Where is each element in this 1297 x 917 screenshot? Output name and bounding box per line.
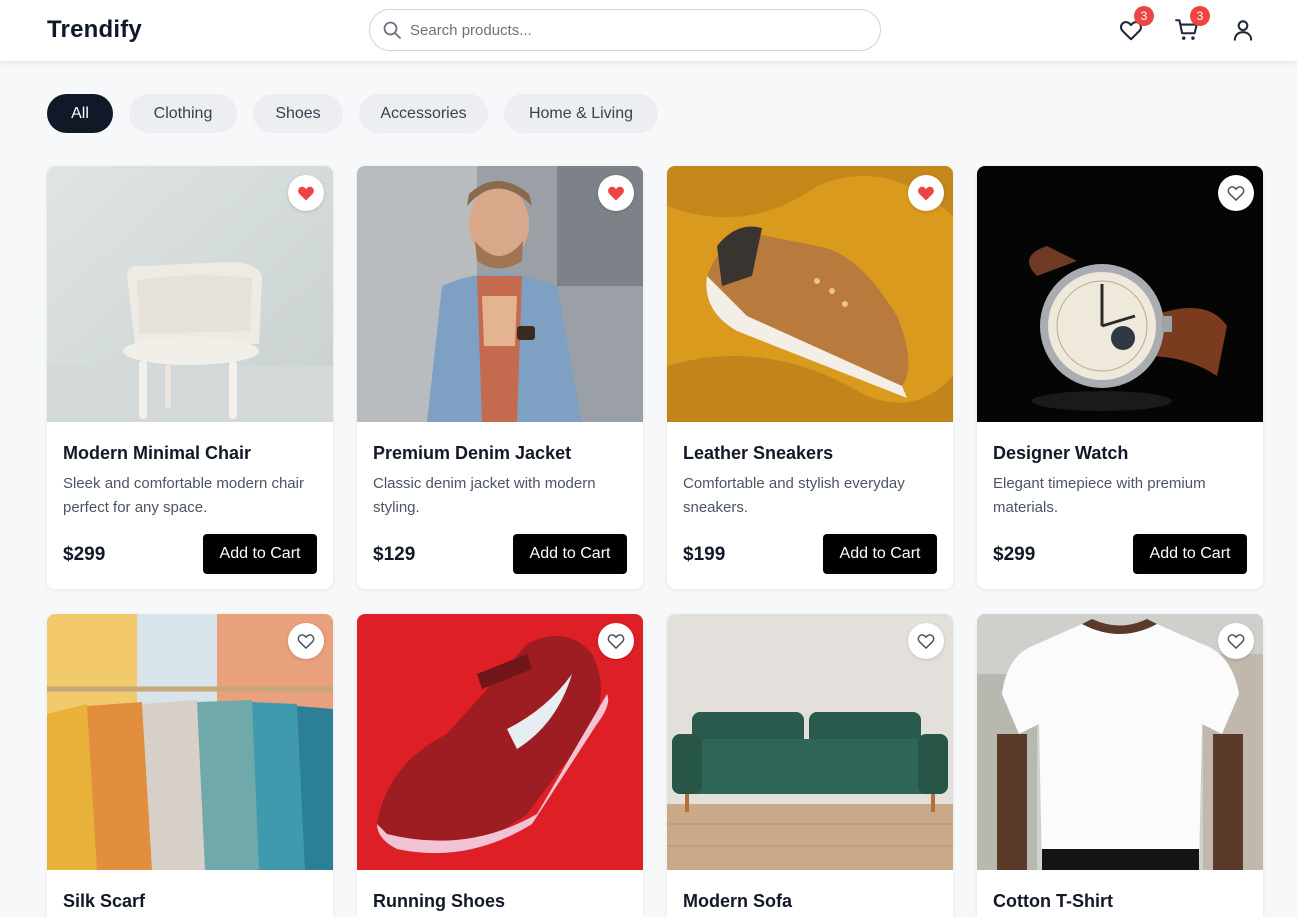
category-home-living[interactable]: Home & Living — [504, 94, 658, 133]
product-title[interactable]: Leather Sneakers — [683, 443, 833, 464]
favorite-button[interactable] — [1218, 623, 1254, 659]
cart-button[interactable]: 3 — [1174, 6, 1210, 43]
product-title[interactable]: Designer Watch — [993, 443, 1128, 464]
favorite-button[interactable] — [288, 175, 324, 211]
heart-outline-icon — [917, 634, 935, 649]
product-card[interactable]: Cotton T-Shirt — [977, 614, 1263, 917]
product-title[interactable]: Premium Denim Jacket — [373, 443, 571, 464]
product-price: $299 — [993, 544, 1036, 565]
top-header: Trendify 3 3 — [0, 0, 1297, 62]
category-all[interactable]: All — [47, 94, 113, 133]
heart-outline-icon — [1227, 186, 1245, 201]
product-title[interactable]: Cotton T-Shirt — [993, 891, 1113, 912]
favorite-button[interactable] — [908, 175, 944, 211]
product-image-cotton-tshirt[interactable] — [977, 614, 1263, 870]
product-image-designer-watch[interactable] — [977, 166, 1263, 422]
product-card[interactable]: Leather Sneakers Comfortable and stylish… — [667, 166, 953, 589]
heart-outline-icon — [1227, 634, 1245, 649]
product-card[interactable]: Designer Watch Elegant timepiece with pr… — [977, 166, 1263, 589]
category-clothing[interactable]: Clothing — [129, 94, 237, 133]
heart-filled-icon — [918, 186, 934, 201]
category-accessories[interactable]: Accessories — [359, 94, 488, 133]
favorite-button[interactable] — [598, 623, 634, 659]
add-to-cart-button[interactable]: Add to Cart — [203, 534, 317, 574]
product-title[interactable]: Modern Minimal Chair — [63, 443, 251, 464]
add-to-cart-button[interactable]: Add to Cart — [513, 534, 627, 574]
product-title[interactable]: Modern Sofa — [683, 891, 792, 912]
product-image-denim-jacket[interactable] — [357, 166, 643, 422]
product-card[interactable]: Modern Sofa — [667, 614, 953, 917]
search-bar[interactable] — [369, 9, 881, 51]
heart-outline-icon — [297, 634, 315, 649]
cart-count-badge: 3 — [1190, 6, 1210, 26]
product-description: Sleek and comfortable modern chair perfe… — [63, 475, 304, 516]
product-card[interactable]: Silk Scarf — [47, 614, 333, 917]
heart-outline-icon — [607, 634, 625, 649]
product-title[interactable]: Running Shoes — [373, 891, 505, 912]
account-button[interactable] — [1230, 17, 1256, 43]
wishlist-button[interactable]: 3 — [1118, 6, 1154, 43]
favorite-button[interactable] — [598, 175, 634, 211]
product-description: Classic denim jacket with modern styling… — [373, 475, 596, 516]
product-description: Elegant timepiece with premium materials… — [993, 475, 1206, 516]
product-price: $199 — [683, 544, 726, 565]
product-price: $129 — [373, 544, 416, 565]
product-card[interactable]: Modern Minimal Chair Sleek and comfortab… — [47, 166, 333, 589]
favorite-button[interactable] — [908, 623, 944, 659]
search-icon — [382, 20, 402, 40]
favorite-button[interactable] — [288, 623, 324, 659]
product-image-running-shoes[interactable] — [357, 614, 643, 870]
wishlist-count-badge: 3 — [1134, 6, 1154, 26]
favorite-button[interactable] — [1218, 175, 1254, 211]
product-image-modern-sofa[interactable] — [667, 614, 953, 870]
product-image-silk-scarf[interactable] — [47, 614, 333, 870]
category-shoes[interactable]: Shoes — [253, 94, 343, 133]
product-image-chair[interactable] — [47, 166, 333, 422]
product-description: Comfortable and stylish everyday sneaker… — [683, 475, 905, 516]
heart-filled-icon — [608, 186, 624, 201]
product-card[interactable]: Premium Denim Jacket Classic denim jacke… — [357, 166, 643, 589]
product-price: $299 — [63, 544, 106, 565]
add-to-cart-button[interactable]: Add to Cart — [823, 534, 937, 574]
brand-logo[interactable]: Trendify — [47, 16, 142, 44]
user-icon — [1233, 20, 1253, 41]
product-card[interactable]: Running Shoes — [357, 614, 643, 917]
add-to-cart-button[interactable]: Add to Cart — [1133, 534, 1247, 574]
product-title[interactable]: Silk Scarf — [63, 891, 145, 912]
product-image-leather-sneakers[interactable] — [667, 166, 953, 422]
search-input[interactable] — [410, 10, 870, 50]
heart-filled-icon — [298, 186, 314, 201]
